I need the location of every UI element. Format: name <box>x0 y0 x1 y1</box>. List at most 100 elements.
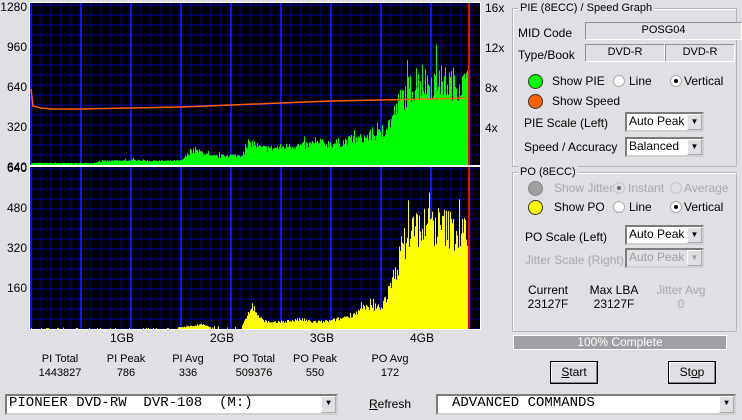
po-bar <box>194 325 195 329</box>
po-bar <box>129 328 130 329</box>
pie-bar <box>443 95 444 165</box>
pie-bar <box>299 146 300 165</box>
pie-bar <box>140 160 141 165</box>
pie-bar <box>103 160 104 165</box>
pie-scale-select[interactable]: Auto Peak ▼ <box>625 112 704 132</box>
pie-bar <box>322 139 323 165</box>
pie-bar <box>427 75 428 165</box>
po-bar <box>467 245 468 329</box>
pie-bar <box>78 163 79 165</box>
refresh-button[interactable]: Refresh <box>369 397 411 411</box>
po-bar <box>330 320 331 329</box>
po-vertical-radio[interactable] <box>670 201 682 213</box>
po-line-radio[interactable] <box>613 201 625 213</box>
pie-bar <box>453 67 454 165</box>
pie-vertical-radio[interactable] <box>670 75 682 87</box>
pie-bar <box>74 163 75 165</box>
mid-code-label: MID Code <box>518 26 573 40</box>
pie-bar <box>204 154 205 165</box>
pie-bar <box>213 155 214 165</box>
po-bar <box>180 327 181 329</box>
chevron-down-icon[interactable]: ▼ <box>321 396 336 413</box>
pie-bar <box>133 158 134 165</box>
advanced-commands-select[interactable]: ADVANCED COMMANDS ▼ <box>436 394 736 415</box>
pie-bar <box>236 157 237 165</box>
pie-bar <box>228 157 229 165</box>
start-button[interactable]: Start <box>550 361 598 384</box>
po-bar <box>115 328 116 329</box>
po-bar <box>435 217 436 329</box>
type-book-label: Type/Book <box>518 48 575 62</box>
pie-bar <box>114 159 115 165</box>
pie-bar <box>65 162 66 165</box>
po-bar <box>301 320 302 329</box>
pie-bar <box>250 142 251 165</box>
pie-bar <box>261 147 262 165</box>
pie-bar <box>332 147 333 165</box>
po-bar <box>208 326 209 329</box>
pie-bar <box>259 144 260 165</box>
pie-bar <box>217 155 218 165</box>
pie-bar <box>337 143 338 165</box>
po-bar <box>365 309 366 329</box>
chevron-down-icon[interactable]: ▼ <box>687 227 702 243</box>
pie-bar <box>378 129 379 165</box>
pie-bar <box>343 140 344 165</box>
pie-bar <box>402 89 403 165</box>
chevron-down-icon[interactable]: ▼ <box>719 396 734 413</box>
pie-bar <box>108 161 109 165</box>
po-bar <box>285 321 286 329</box>
pie-bar <box>321 140 322 165</box>
type-field: DVD-R <box>585 44 665 62</box>
show-po-toggle[interactable] <box>528 200 543 215</box>
pie-bar <box>196 149 197 165</box>
pie-bar <box>466 72 467 165</box>
pie-line-radio[interactable] <box>613 75 625 87</box>
pie-bar <box>170 160 171 165</box>
po-scale-select[interactable]: Auto Peak ▼ <box>625 225 704 245</box>
pie-bar <box>393 114 394 165</box>
pie-bar <box>242 155 243 165</box>
pie-bar <box>310 142 311 165</box>
pie-bar <box>212 155 213 165</box>
po-bar <box>461 233 462 329</box>
pie-bar <box>131 159 132 165</box>
po-bar <box>408 200 409 329</box>
pie-bar <box>356 136 357 165</box>
po-bar <box>379 307 380 329</box>
pie-bar <box>391 118 392 165</box>
pie-bar <box>188 154 189 165</box>
po-bar <box>403 244 404 329</box>
po-bar <box>305 320 306 329</box>
po-bar <box>464 218 465 329</box>
chevron-down-icon[interactable]: ▼ <box>687 139 702 155</box>
show-pie-toggle[interactable] <box>528 74 543 89</box>
po-bar <box>318 320 319 329</box>
po-bar <box>327 320 328 329</box>
pie-bar <box>294 147 295 165</box>
pie-bar <box>110 161 111 165</box>
po-bar <box>203 324 204 329</box>
pie-bar <box>109 160 110 165</box>
show-speed-toggle[interactable] <box>528 94 543 109</box>
pie-bar <box>283 146 284 165</box>
chevron-down-icon[interactable]: ▼ <box>687 114 702 130</box>
pie-bar <box>353 136 354 165</box>
drive-select[interactable]: PIONEER DVD-RW DVR-108 (M:) ▼ <box>5 394 338 415</box>
pie-bar <box>102 159 103 165</box>
speed-accuracy-select[interactable]: Balanced ▼ <box>625 137 704 157</box>
stop-button[interactable]: Stop <box>668 361 716 384</box>
po-bar <box>316 322 317 329</box>
pie-bar <box>447 84 448 165</box>
po-bar <box>339 320 340 329</box>
pie-bar <box>412 91 413 165</box>
pie-bar <box>118 160 119 165</box>
pie-bar <box>314 143 315 165</box>
jitter-average-label: Average <box>684 181 729 195</box>
pie-bar <box>149 160 150 165</box>
pie-bar <box>429 85 430 165</box>
pie-bar <box>424 93 425 165</box>
pie-bar <box>256 147 257 165</box>
po-bar <box>368 307 369 329</box>
pie-axis-tick: 960 <box>6 40 27 54</box>
